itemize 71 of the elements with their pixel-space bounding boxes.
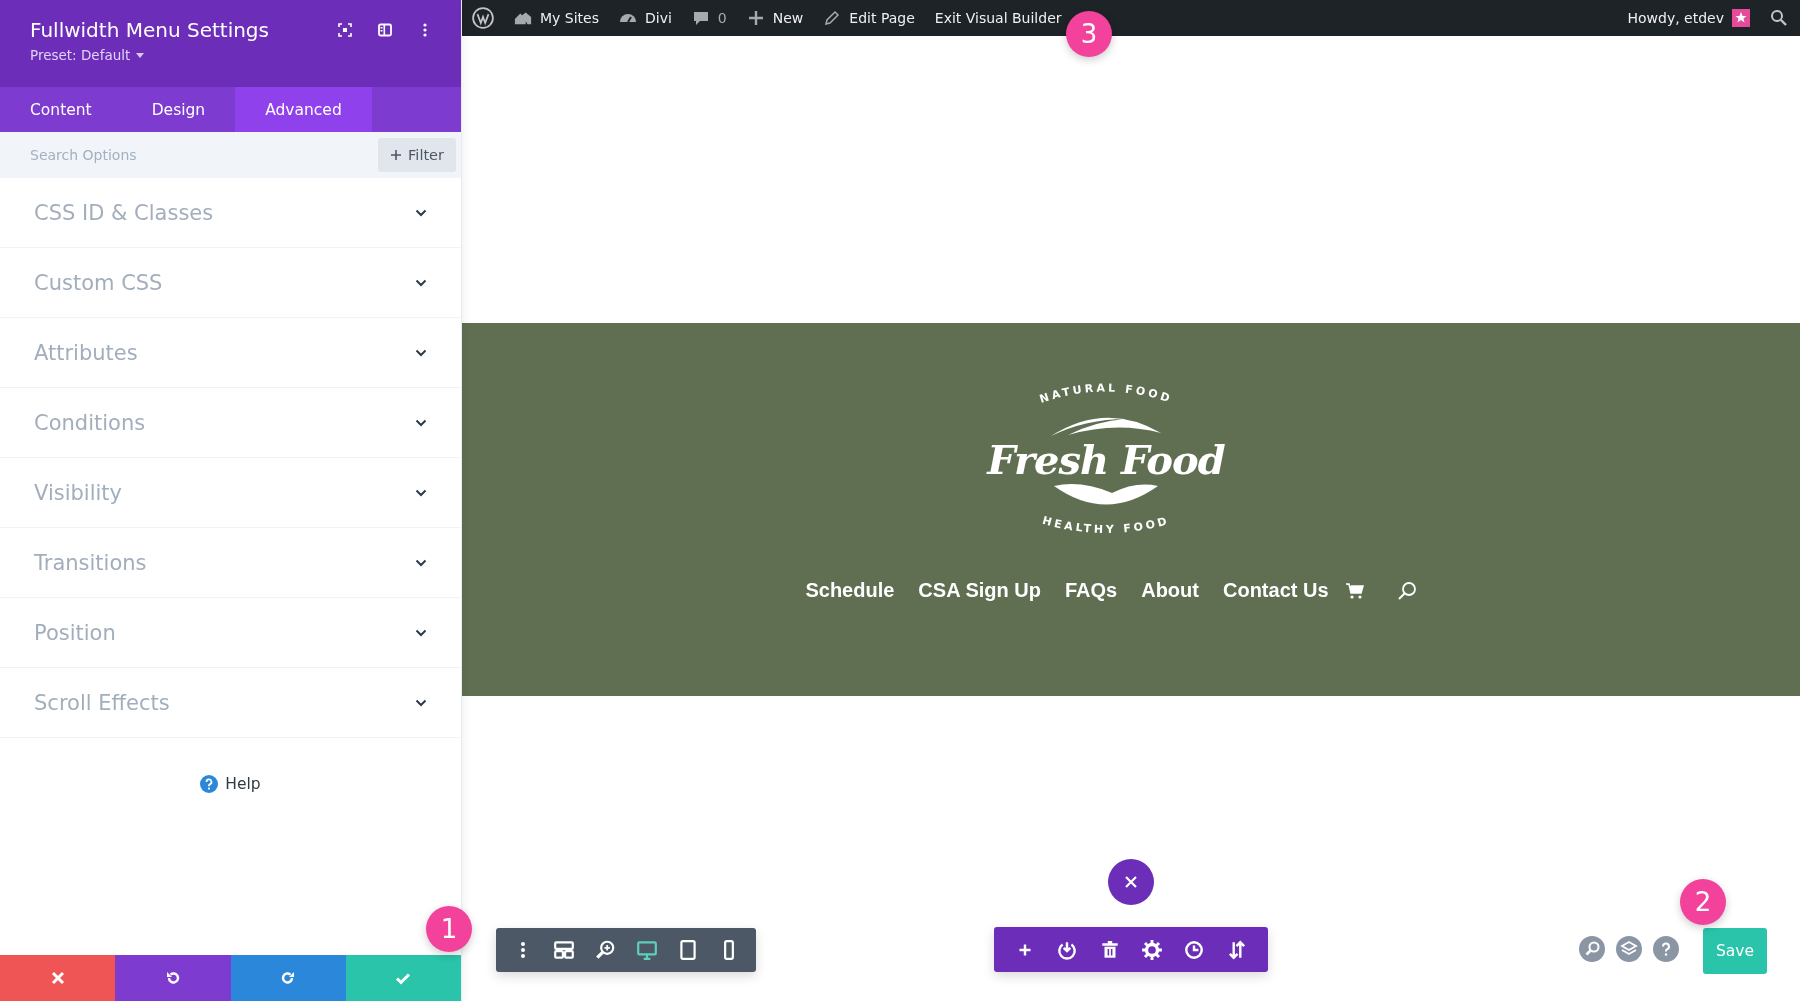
layers-button[interactable]	[1616, 936, 1642, 962]
section-label: Position	[34, 620, 116, 645]
section-label: Custom CSS	[34, 270, 163, 295]
admin-bar-link[interactable]: Divi	[619, 10, 672, 26]
search-button[interactable]	[1579, 936, 1605, 962]
plus-icon	[746, 10, 765, 26]
wordpress-logo-icon[interactable]	[472, 7, 494, 29]
admin-bar-link[interactable]: Edit Page	[823, 10, 915, 26]
chevron-icon	[415, 348, 427, 357]
caret-icon	[136, 52, 145, 58]
plus-icon	[390, 149, 403, 161]
filter-button[interactable]: Filter	[378, 138, 456, 172]
view-mode-button[interactable]	[553, 939, 575, 961]
close-icon	[1124, 875, 1138, 889]
chevron-icon	[415, 698, 427, 707]
view-mode-button[interactable]	[635, 939, 658, 961]
speech-bubble-icon	[691, 10, 710, 26]
gear-icon	[1141, 938, 1164, 961]
logo-title: Fresh Food	[987, 437, 1225, 483]
section-label: Attributes	[34, 340, 138, 365]
zoom-icon	[594, 939, 617, 961]
admin-bar-link[interactable]: Exit Visual Builder	[934, 10, 1062, 26]
history-button[interactable]	[1183, 938, 1206, 961]
clock-icon	[1183, 938, 1206, 961]
admin-bar-link[interactable]: New	[746, 10, 804, 26]
desktop-icon	[635, 939, 658, 961]
section-label: Conditions	[34, 410, 146, 435]
undo-icon	[164, 970, 181, 986]
chevron-icon	[415, 208, 427, 217]
account-link[interactable]: Howdy, etdev	[1627, 9, 1750, 27]
panel-tab[interactable]: Design	[121, 87, 236, 132]
admin-bar-link[interactable]: My Sites	[514, 10, 599, 26]
search-icon[interactable]	[1770, 9, 1788, 27]
section-label: Transitions	[34, 550, 147, 575]
panel-title: Fullwidth Menu Settings	[30, 18, 269, 42]
search-field[interactable]: Search Options	[30, 147, 280, 163]
cart-icon[interactable]	[1344, 581, 1365, 600]
nav-link[interactable]: CSA Sign Up	[918, 579, 1041, 602]
close-button[interactable]	[1108, 859, 1154, 905]
section-label: CSS ID & Classes	[34, 200, 214, 225]
section-label: Scroll Effects	[34, 690, 170, 715]
layout-icon	[553, 939, 575, 961]
view-mode-button[interactable]	[594, 939, 617, 961]
redo-icon	[280, 970, 297, 986]
expand-icon[interactable]	[337, 22, 353, 38]
pencil-icon	[823, 10, 842, 26]
preset-dropdown[interactable]: Preset: Default	[30, 47, 145, 63]
nav-link[interactable]: FAQs	[1064, 579, 1118, 602]
logo-tagline: HEALTHY FOOD	[1016, 509, 1196, 539]
more-icon	[519, 941, 526, 959]
sidebar-icon[interactable]	[377, 22, 393, 38]
search-icon[interactable]	[1396, 580, 1417, 601]
chevron-icon	[415, 418, 427, 427]
chevron-icon	[415, 558, 427, 567]
settings-button[interactable]	[1141, 938, 1164, 961]
section-label: Visibility	[34, 480, 122, 505]
comments-link[interactable]: 0	[691, 10, 727, 26]
chevron-icon	[415, 628, 427, 637]
nav-link[interactable]: Schedule	[805, 579, 895, 602]
panel-tab[interactable]: Content	[0, 87, 122, 132]
help-icon	[200, 775, 219, 793]
close-icon	[49, 970, 66, 986]
help-link[interactable]: Help	[200, 774, 261, 794]
chevron-icon	[415, 278, 427, 287]
avatar-icon	[1732, 9, 1750, 27]
houses-icon	[514, 10, 532, 26]
help-button[interactable]	[1653, 936, 1679, 962]
nav-link[interactable]: About	[1141, 579, 1199, 602]
nav-link[interactable]: Contact Us	[1222, 579, 1329, 602]
panel-tab[interactable]: Advanced	[235, 87, 372, 132]
chevron-icon	[415, 488, 427, 497]
